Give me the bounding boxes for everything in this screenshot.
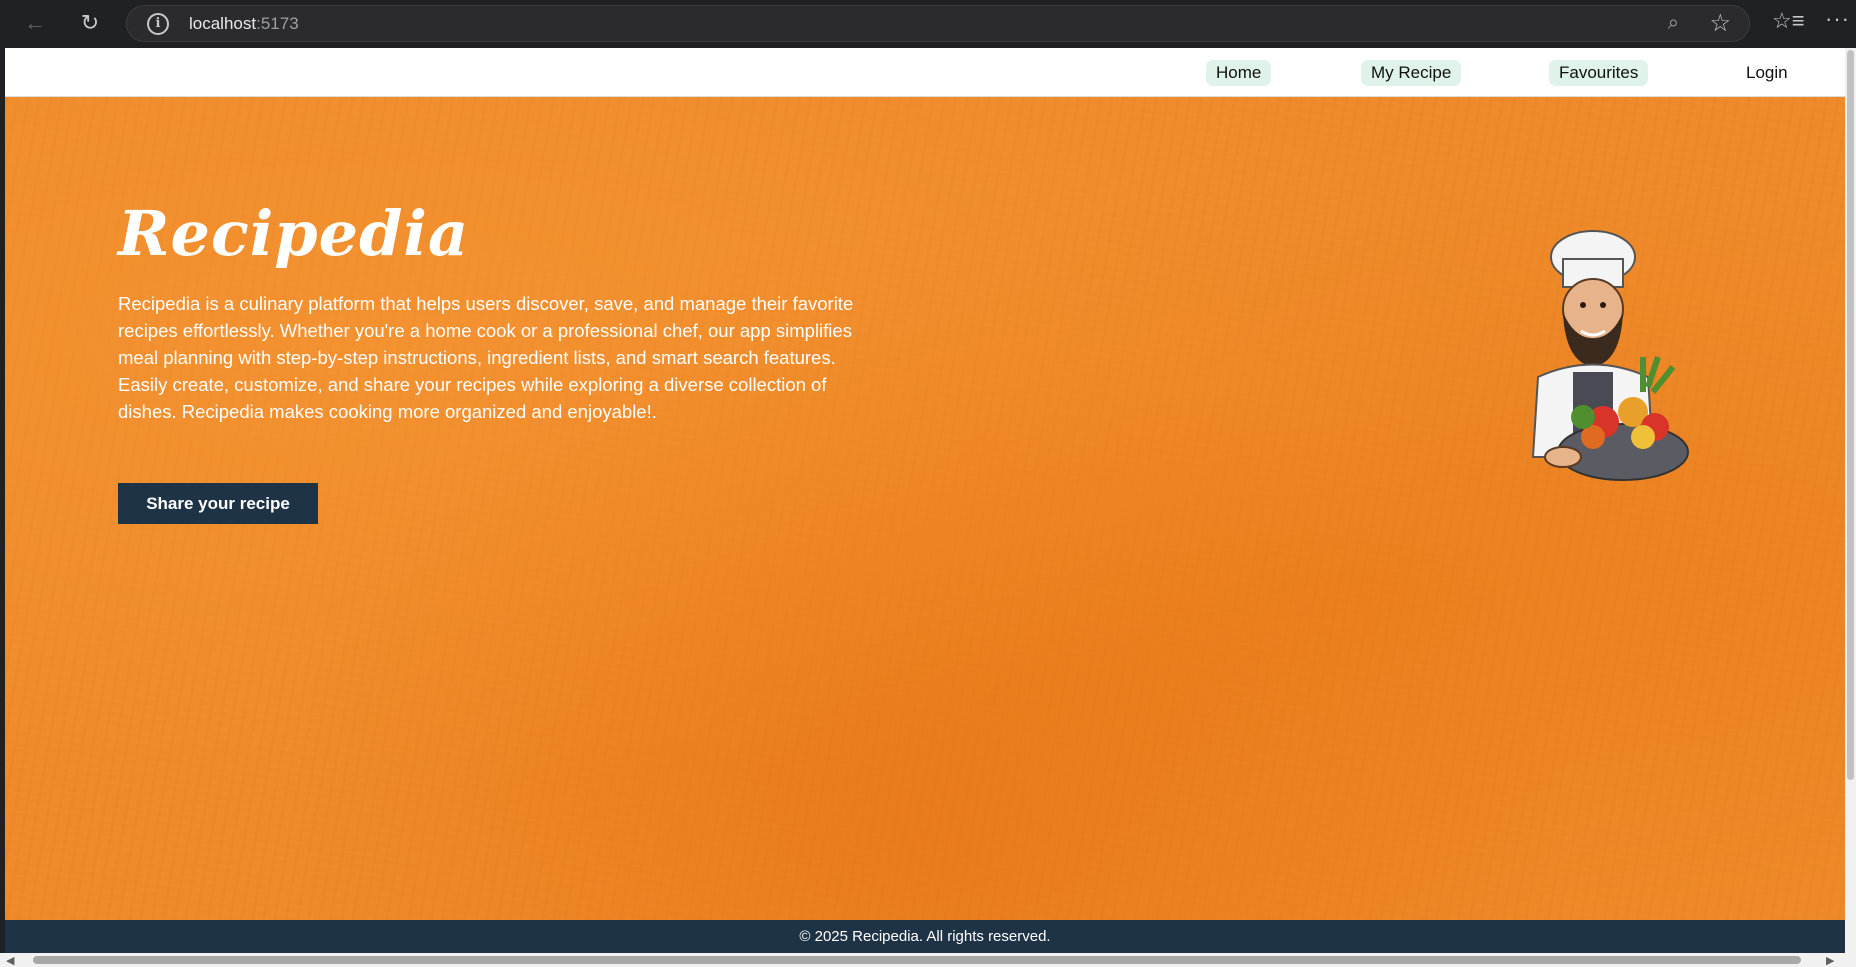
reload-icon[interactable]: ↻ — [75, 8, 105, 38]
bookmark-star-icon[interactable]: ☆ — [1709, 9, 1731, 38]
share-recipe-button[interactable]: Share your recipe — [118, 483, 318, 524]
chef-illustration — [1531, 230, 1689, 481]
site-navbar: Home My Recipe Favourites Login — [5, 48, 1845, 97]
horizontal-scrollbar[interactable]: ◀ ▶ — [0, 953, 1856, 967]
zoom-icon[interactable]: ⌕ — [1668, 12, 1679, 35]
hero-section: Recipedia Recipedia is a culinary platfo… — [5, 97, 1845, 953]
scroll-left-icon[interactable]: ◀ — [6, 954, 14, 967]
hero-title: Recipedia — [118, 197, 470, 270]
nav-my-recipe[interactable]: My Recipe — [1361, 60, 1462, 86]
site-footer: © 2025 Recipedia. All rights reserved. — [5, 920, 1845, 953]
back-icon[interactable]: ← — [20, 8, 50, 38]
scroll-right-icon[interactable]: ▶ — [1826, 954, 1834, 967]
nav-home[interactable]: Home — [1206, 60, 1272, 86]
address-bar[interactable]: i localhost:5173 ⌕ ☆ — [126, 5, 1750, 42]
page-viewport: Home My Recipe Favourites Login Recipedi… — [5, 48, 1845, 953]
site-info-icon[interactable]: i — [147, 12, 169, 35]
more-menu-icon[interactable]: ··· — [1825, 6, 1850, 32]
nav-login[interactable]: Login — [1736, 60, 1798, 86]
url-text: localhost:5173 — [189, 13, 299, 33]
nav-favourites[interactable]: Favourites — [1549, 60, 1649, 86]
favorites-icon[interactable]: ☆≡ — [1772, 8, 1805, 34]
vertical-scroll-thumb[interactable] — [1847, 50, 1854, 780]
hero-description: Recipedia is a culinary platform that he… — [118, 293, 854, 422]
browser-toolbar: ← ↻ i localhost:5173 ⌕ ☆ ☆≡ ··· — [0, 0, 1856, 47]
vertical-scrollbar[interactable] — [1845, 48, 1856, 953]
horizontal-scroll-thumb[interactable] — [33, 956, 1801, 964]
